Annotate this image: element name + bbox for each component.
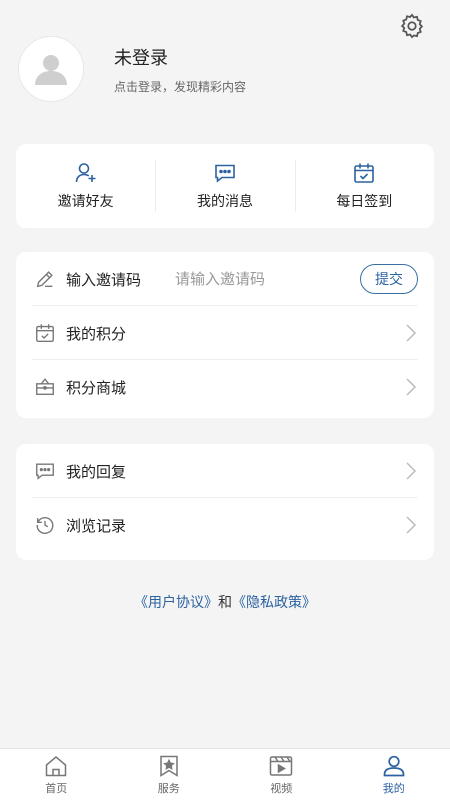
tab-home[interactable]: 首页	[0, 749, 113, 800]
video-icon	[270, 755, 293, 776]
agreement-links: 《用户协议》和《隐私政策》	[0, 592, 450, 612]
quick-actions-card: 邀请好友 我的消息 每日签到	[16, 144, 434, 228]
tab-video-label: 视频	[270, 781, 293, 795]
points-mall-label: 积分商城	[66, 378, 127, 397]
daily-checkin-label: 每日签到	[336, 194, 393, 210]
pencil-icon	[36, 271, 53, 288]
bookmark-star-icon	[160, 755, 178, 777]
home-icon	[46, 755, 67, 776]
my-points-label: 我的积分	[66, 324, 127, 343]
submit-button[interactable]: 提交	[360, 264, 418, 294]
invite-code-input[interactable]	[175, 270, 316, 288]
user-avatar-icon	[35, 55, 67, 85]
tab-video[interactable]: 视频	[225, 749, 338, 800]
shop-icon	[36, 378, 54, 396]
message-icon	[215, 164, 235, 183]
profile-header[interactable]: 未登录 点击登录，发现精彩内容	[18, 36, 432, 102]
history-icon	[36, 517, 54, 534]
chevron-right-icon	[406, 324, 417, 342]
add-user-icon	[75, 163, 96, 183]
browse-history-label: 浏览记录	[66, 516, 127, 535]
privacy-policy-link[interactable]: 《隐私政策》	[232, 595, 316, 611]
avatar[interactable]	[18, 36, 84, 102]
bottom-tab-bar: 首页 服务 视频 我的	[0, 748, 450, 800]
calendar-check-icon	[354, 163, 375, 183]
chevron-right-icon	[406, 462, 417, 480]
my-replies-row[interactable]: 我的回复	[16, 444, 434, 498]
my-points-row[interactable]: 我的积分	[16, 306, 434, 360]
tab-mine-label: 我的	[382, 781, 405, 795]
user-agreement-link[interactable]: 《用户协议》	[134, 595, 218, 611]
login-subtitle: 点击登录，发现精彩内容	[114, 79, 247, 94]
activity-menu-card: 我的回复 浏览记录	[16, 444, 434, 560]
tab-mine[interactable]: 我的	[338, 749, 450, 800]
tab-services-label: 服务	[157, 781, 180, 795]
points-mall-row[interactable]: 积分商城	[16, 360, 434, 414]
user-icon	[383, 755, 405, 776]
chevron-right-icon	[406, 516, 417, 534]
invite-code-row: 输入邀请码 提交	[16, 252, 434, 306]
invite-friends-label: 邀请好友	[57, 194, 114, 210]
tab-home-label: 首页	[45, 781, 68, 795]
browse-history-row[interactable]: 浏览记录	[16, 498, 434, 552]
daily-checkin-button[interactable]: 每日签到	[294, 144, 434, 228]
tab-services[interactable]: 服务	[113, 749, 226, 800]
account-menu-card: 输入邀请码 提交 我的积分 积分商城	[16, 252, 434, 418]
chevron-right-icon	[406, 378, 417, 396]
login-status-title[interactable]: 未登录	[114, 44, 246, 70]
invite-friends-button[interactable]: 邀请好友	[16, 144, 155, 228]
reply-icon	[36, 463, 54, 480]
invite-code-label: 输入邀请码	[66, 270, 142, 289]
my-messages-button[interactable]: 我的消息	[155, 144, 294, 228]
my-messages-label: 我的消息	[196, 194, 253, 210]
agreement-connector: 和	[218, 595, 232, 611]
my-replies-label: 我的回复	[66, 462, 127, 481]
points-icon	[36, 324, 54, 342]
